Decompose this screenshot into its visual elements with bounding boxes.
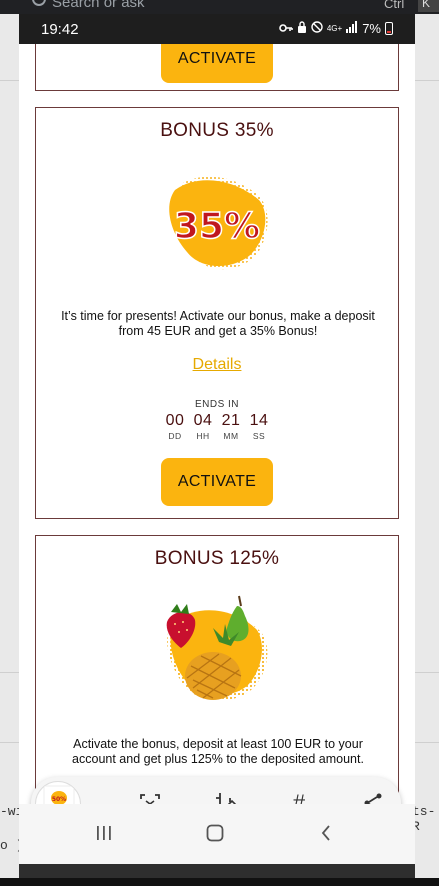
bonus-card-35: BONUS 35% 35% It’s time for presents! Ac… xyxy=(35,107,399,519)
timer-hours: 04 HH xyxy=(192,412,214,441)
fruits-image xyxy=(166,595,268,701)
screenshot-toolbar: 50% # xyxy=(31,777,401,804)
details-link[interactable]: Details xyxy=(36,356,398,374)
scan-text-icon[interactable] xyxy=(136,789,164,804)
desktop-divider xyxy=(415,672,439,673)
thumbnail-preview: 50% xyxy=(43,785,75,804)
status-icons: 4G+ 7% xyxy=(279,21,393,36)
bonus-title: BONUS 125% xyxy=(154,548,280,569)
desktop-divider xyxy=(415,742,439,743)
edit-crop-icon[interactable] xyxy=(211,789,239,804)
desktop-right-panel xyxy=(415,14,439,878)
bonus-card-125: BONUS 125% Activate the bonus, deposit a… xyxy=(35,535,399,804)
battery-percent: 7% xyxy=(362,21,381,36)
do-not-disturb-icon xyxy=(311,21,323,36)
share-icon[interactable] xyxy=(359,789,387,804)
back-icon[interactable] xyxy=(311,821,341,845)
bonus-35-image: 35% xyxy=(169,176,268,270)
timer-unit: HH xyxy=(196,431,210,441)
status-bar: 19:42 4G+ 7% xyxy=(19,14,415,44)
desktop-top-bar: Search or ask Ctrl K xyxy=(0,0,439,14)
ctrl-hint: Ctrl xyxy=(384,0,405,11)
desktop-divider xyxy=(0,742,19,743)
status-time: 19:42 xyxy=(41,21,79,38)
timer-unit: MM xyxy=(223,431,239,441)
timer-minutes: 21 MM xyxy=(220,412,242,441)
search-icon xyxy=(32,0,46,6)
timer-value: 00 xyxy=(165,412,185,429)
bonus-35-image-text: 35% xyxy=(174,206,260,247)
timer-value: 14 xyxy=(249,412,269,429)
timer-value: 04 xyxy=(193,412,213,429)
ends-in-label: ENDS IN xyxy=(194,399,240,410)
countdown-timer: 00 DD 04 HH 21 MM 14 SS xyxy=(36,412,398,441)
desktop-text-fragment: ts-R xyxy=(412,804,436,834)
hashtag-icon[interactable]: # xyxy=(285,789,313,804)
timer-value: 21 xyxy=(221,412,241,429)
bonus-description: It’s time for presents! Activate our bon… xyxy=(61,309,375,338)
signal-icon xyxy=(346,21,358,36)
timer-days: 00 DD xyxy=(164,412,186,441)
desktop-divider xyxy=(0,672,19,673)
navigation-bar xyxy=(19,804,415,864)
screenshot-thumbnail[interactable]: 50% xyxy=(35,781,81,804)
activate-button[interactable]: ACTIVATE xyxy=(161,44,273,83)
phone-screen: 19:42 4G+ 7% ACTIVATE BONUS 35% 35% It’s… xyxy=(19,14,415,864)
activate-button[interactable]: ACTIVATE xyxy=(161,458,273,506)
bonus-description: Activate the bonus, deposit at least 100… xyxy=(72,737,364,766)
desktop-divider xyxy=(0,80,19,81)
bonus-card-previous: ACTIVATE xyxy=(35,44,399,91)
page-content: ACTIVATE BONUS 35% 35% It’s time for pre… xyxy=(19,44,415,804)
bonus-title: BONUS 35% xyxy=(160,120,274,141)
lock-icon xyxy=(297,21,307,36)
desktop-bottom-bar xyxy=(0,878,439,886)
k-hint: K xyxy=(418,0,439,12)
desktop-search-text[interactable]: Search or ask xyxy=(52,0,145,11)
timer-seconds: 14 SS xyxy=(248,412,270,441)
desktop-divider xyxy=(415,80,439,81)
battery-icon xyxy=(385,22,393,35)
home-icon[interactable] xyxy=(200,821,230,845)
timer-unit: SS xyxy=(252,431,266,441)
timer-unit: DD xyxy=(168,431,182,441)
network-type: 4G+ xyxy=(326,23,343,33)
thumbnail-text: 50% xyxy=(52,796,66,803)
recent-apps-icon[interactable] xyxy=(89,821,119,845)
desktop-left-panel xyxy=(0,14,19,878)
key-icon xyxy=(279,21,293,36)
